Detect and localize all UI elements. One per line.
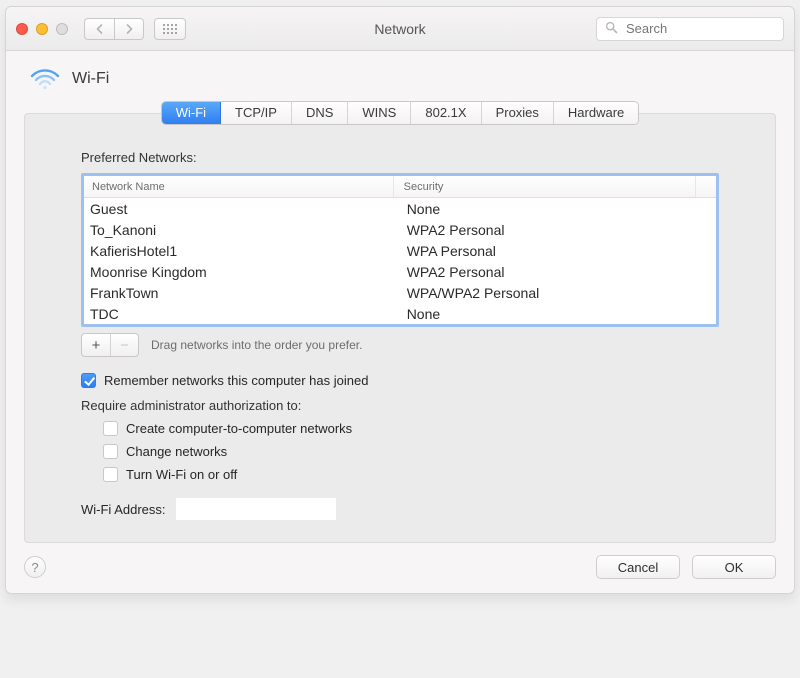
table-row[interactable]: To_Kanoni WPA2 Personal [84,219,716,240]
titlebar: Network [6,7,794,51]
network-name: Moonrise Kingdom [86,264,395,280]
maximize-icon[interactable] [56,23,68,35]
add-remove-group: + − [81,333,139,357]
remove-network-button[interactable]: − [110,334,138,356]
network-name: To_Kanoni [86,222,395,238]
search-field[interactable] [596,17,784,41]
window-controls [16,23,68,35]
network-security: None [395,201,716,217]
preferred-networks-label: Preferred Networks: [81,150,719,165]
tab-wins[interactable]: WINS [348,102,411,124]
back-button[interactable] [84,18,114,40]
network-name: Guest [86,201,395,217]
network-name: FrankTown [86,285,395,301]
show-all-button[interactable] [154,18,186,40]
table-body: Guest None To_Kanoni WPA2 Personal Kafie… [84,198,716,324]
auth-turn-checkbox[interactable] [103,467,118,482]
network-security: WPA2 Personal [395,222,716,238]
table-header: Network Name Security [84,176,716,198]
tabbar: Wi-Fi TCP/IP DNS WINS 802.1X Proxies Har… [161,101,640,125]
table-row[interactable]: Guest None [84,198,716,219]
help-button[interactable]: ? [24,556,46,578]
column-security[interactable]: Security [394,176,696,197]
network-name: TDC [86,306,395,322]
wifi-panel: Preferred Networks: Network Name Securit… [24,113,776,543]
tab-wifi[interactable]: Wi-Fi [162,102,221,124]
wifi-address-value [176,498,336,520]
drag-hint: Drag networks into the order you prefer. [151,338,362,352]
table-row[interactable]: Moonrise Kingdom WPA2 Personal [84,261,716,282]
tab-8021x[interactable]: 802.1X [411,102,481,124]
add-network-button[interactable]: + [82,334,110,356]
tab-hardware[interactable]: Hardware [554,102,638,124]
table-row[interactable]: KafierisHotel1 WPA Personal [84,240,716,261]
wifi-address-label: Wi-Fi Address: [81,502,166,517]
auth-change-label: Change networks [126,444,227,459]
search-icon [605,21,618,37]
preferred-networks-table[interactable]: Network Name Security Guest None To_Kano… [81,173,719,327]
network-name: KafierisHotel1 [86,243,395,259]
auth-turn-label: Turn Wi-Fi on or off [126,467,237,482]
tab-proxies[interactable]: Proxies [482,102,554,124]
table-row[interactable]: TDC None [84,303,716,324]
remember-networks-checkbox[interactable] [81,373,96,388]
network-preferences-window: Network Wi-Fi Wi-Fi TCP/IP [5,6,795,594]
minimize-icon[interactable] [36,23,48,35]
column-network-name[interactable]: Network Name [84,176,394,197]
network-security: WPA Personal [395,243,716,259]
tab-dns[interactable]: DNS [292,102,348,124]
auth-change-checkbox[interactable] [103,444,118,459]
require-auth-label: Require administrator authorization to: [81,398,719,413]
network-security: WPA2 Personal [395,264,716,280]
close-icon[interactable] [16,23,28,35]
search-input[interactable] [624,20,800,37]
network-security: None [395,306,716,322]
cancel-button[interactable]: Cancel [596,555,680,579]
tab-tcpip[interactable]: TCP/IP [221,102,292,124]
forward-button[interactable] [114,18,144,40]
grid-icon [163,24,177,34]
network-security: WPA/WPA2 Personal [395,285,716,301]
table-row[interactable]: FrankTown WPA/WPA2 Personal [84,282,716,303]
nav-back-forward [84,18,144,40]
auth-create-checkbox[interactable] [103,421,118,436]
auth-create-label: Create computer-to-computer networks [126,421,352,436]
page-title: Wi-Fi [72,70,109,88]
wifi-icon [30,67,60,91]
remember-networks-label: Remember networks this computer has join… [104,373,368,388]
ok-button[interactable]: OK [692,555,776,579]
